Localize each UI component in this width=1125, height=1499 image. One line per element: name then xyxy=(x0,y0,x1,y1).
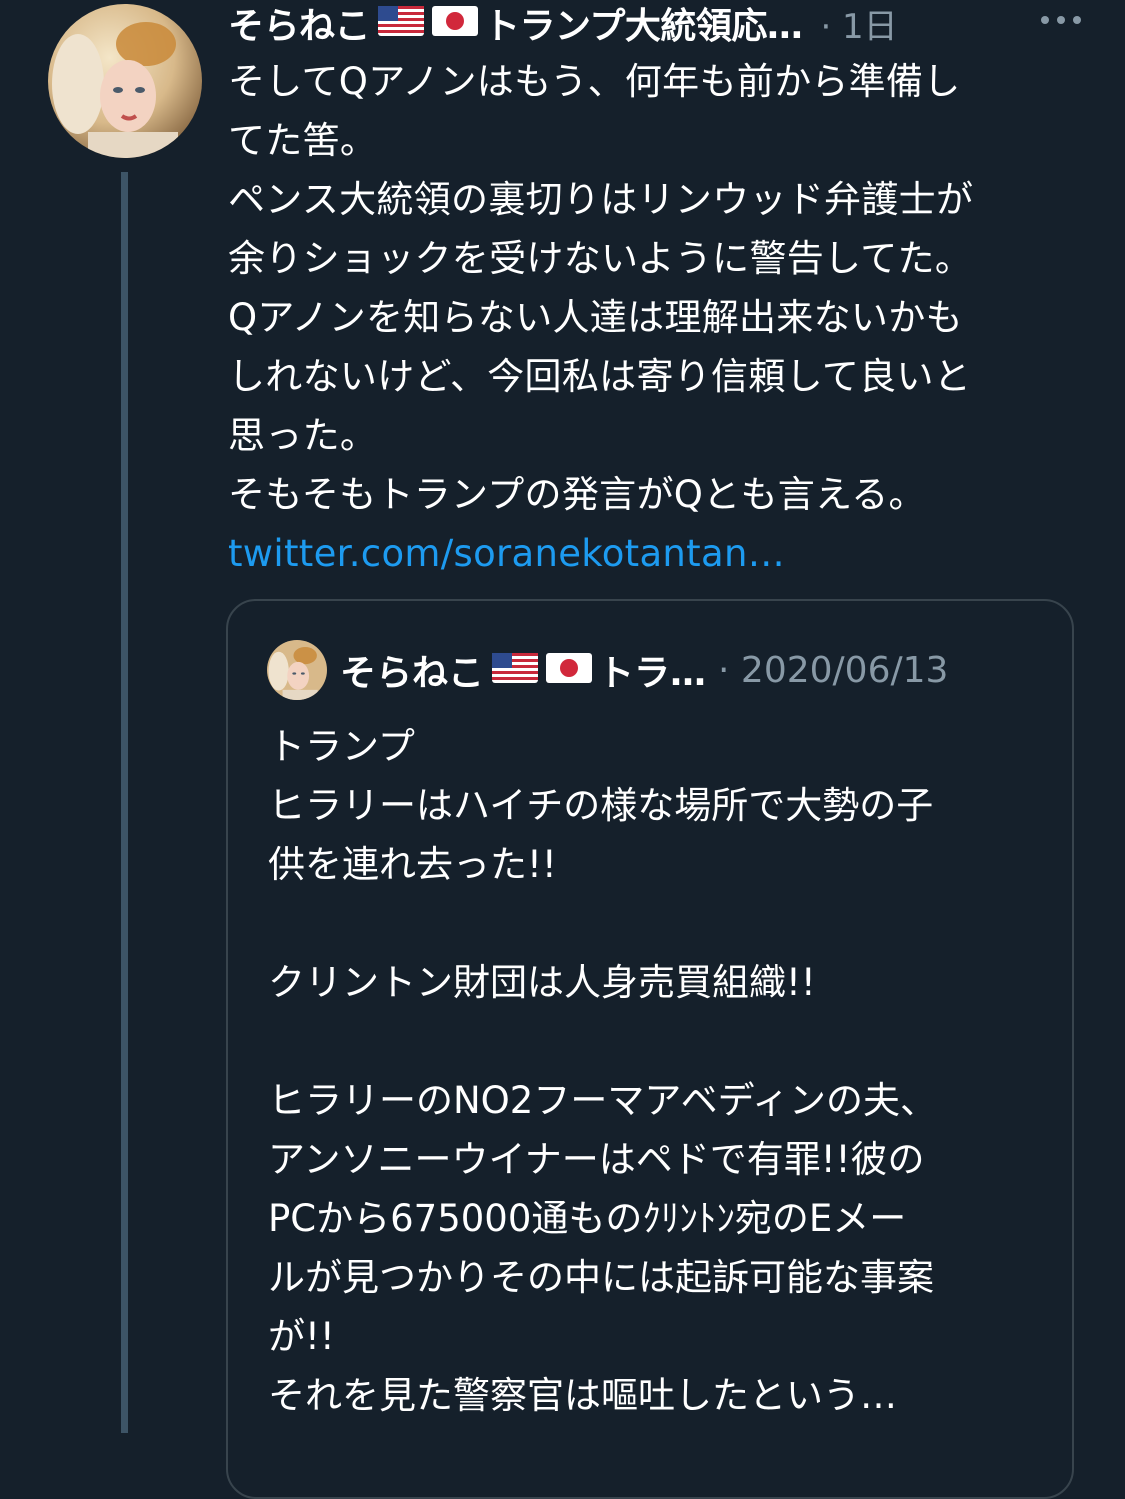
tweet-line: 余りショックを受けないように警告してた。 xyxy=(228,237,973,280)
quote-line xyxy=(268,894,1048,953)
tweet-line: しれないけど、今回私は寄り信頼して良いと xyxy=(228,355,972,398)
quote-line: PCから675000通ものｸﾘﾝﾄﾝ宛のEメー xyxy=(268,1197,907,1240)
tweet-line: そしてQアノンはもう、何年も前から準備し xyxy=(228,60,961,103)
quote-timestamp: · 2020/06/13 xyxy=(718,649,949,691)
author-name[interactable]: そらねこ xyxy=(228,0,371,49)
quote-line xyxy=(268,1012,1048,1071)
thread-line xyxy=(121,172,128,1433)
avatar[interactable] xyxy=(48,4,202,158)
japan-flag-icon xyxy=(432,6,479,40)
quote-avatar[interactable] xyxy=(267,640,327,700)
us-flag-icon xyxy=(378,6,425,40)
us-flag-icon xyxy=(492,653,539,687)
tweet-line: そもそもトランプの発言がQとも言える。 xyxy=(228,473,926,516)
quote-line: それを見た警察官は嘔吐したという… xyxy=(268,1374,897,1417)
author-name-suffix[interactable]: トランプ大統領応… xyxy=(484,0,803,49)
tweet-timestamp[interactable]: · 1日 xyxy=(820,0,897,48)
tweet-header: そらねこ トランプ大統領応… · 1日 xyxy=(228,0,1108,49)
quote-header: そらねこ トラ… · 2020/06/13 xyxy=(340,641,1060,699)
quote-line: ヒラリーはハイチの様な場所で大勢の子 xyxy=(268,784,934,827)
tweet-link[interactable]: twitter.com/soranekotantan… xyxy=(228,524,1088,583)
quote-line: アンソニーウイナーはペドで有罪!!彼の xyxy=(268,1138,925,1181)
tweet-line: ペンス大統領の裏切りはリンウッド弁護士が xyxy=(228,178,974,221)
quote-line: が!! xyxy=(268,1315,335,1358)
quote-author-name-suffix: トラ… xyxy=(598,653,707,694)
quote-line: 供を連れ去った!! xyxy=(268,843,557,886)
quote-line: ヒラリーのNO2フーマアベディンの夫、 xyxy=(268,1079,938,1122)
quote-line: クリントン財団は人身売買組織!! xyxy=(268,961,816,1004)
more-horizontal-icon[interactable] xyxy=(1037,4,1085,36)
quote-tweet-card[interactable]: そらねこ トラ… · 2020/06/13 トランプ ヒラリーはハイチの様な場所… xyxy=(226,599,1074,1499)
tweet-line: Qアノンを知らない人達は理解出来ないかも xyxy=(228,296,963,339)
tweet-text: そしてQアノンはもう、何年も前から準備し てた筈。 ペンス大統領の裏切りはリンウ… xyxy=(228,52,1088,583)
tweet-line: 思った。 xyxy=(228,414,378,457)
japan-flag-icon xyxy=(546,653,593,687)
quote-text: トランプ ヒラリーはハイチの様な場所で大勢の子 供を連れ去った!! クリントン財… xyxy=(268,717,1048,1425)
quote-line: ルが見つかりその中には起訴可能な事案 xyxy=(268,1256,934,1299)
tweet-line: てた筈。 xyxy=(228,119,378,162)
quote-line: トランプ xyxy=(268,725,415,768)
quote-author-name: そらねこ xyxy=(340,653,485,694)
